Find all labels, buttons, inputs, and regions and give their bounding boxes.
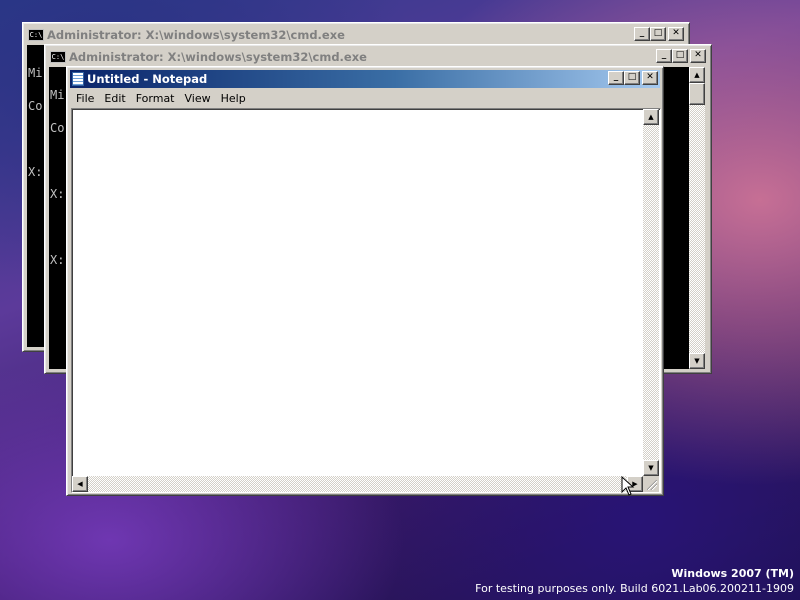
menu-view[interactable]: View (180, 92, 216, 105)
cmd-icon: C:\ (50, 51, 66, 63)
resize-grip[interactable] (643, 476, 659, 492)
notepad-title: Untitled - Notepad (87, 72, 208, 86)
editor-horizontal-scrollbar[interactable]: ◀ ▶ (72, 476, 643, 492)
minimize-button[interactable]: _ (608, 71, 624, 85)
minimize-button[interactable]: _ (656, 49, 672, 63)
console-vertical-scrollbar[interactable]: ▲ ▼ (689, 67, 705, 369)
watermark-title: Windows 2007 (TM) (671, 567, 794, 580)
notepad-titlebar[interactable]: Untitled - Notepad _ □ ✕ (70, 70, 660, 88)
minimize-button[interactable]: _ (634, 27, 650, 41)
close-button[interactable]: ✕ (690, 49, 706, 63)
cmd-window-middle-title: Administrator: X:\windows\system32\cmd.e… (69, 50, 367, 64)
scroll-down-button[interactable]: ▼ (643, 460, 659, 476)
build-watermark: Windows 2007 (TM) For testing purposes o… (475, 566, 794, 596)
menu-bar: File Edit Format View Help (71, 89, 659, 107)
watermark-build: For testing purposes only. Build 6021.La… (475, 582, 794, 595)
cmd-icon: C:\ (28, 29, 44, 41)
cmd-window-middle-titlebar[interactable]: C:\ Administrator: X:\windows\system32\c… (48, 48, 708, 66)
notepad-icon (72, 72, 84, 86)
cmd-window-back-title: Administrator: X:\windows\system32\cmd.e… (47, 28, 345, 42)
scroll-down-button[interactable]: ▼ (689, 353, 705, 369)
scroll-left-button[interactable]: ◀ (72, 476, 88, 492)
menu-help[interactable]: Help (216, 92, 251, 105)
maximize-button[interactable]: □ (650, 27, 666, 41)
scroll-up-button[interactable]: ▲ (643, 109, 659, 125)
maximize-button[interactable]: □ (672, 49, 688, 63)
scroll-thumb[interactable] (689, 83, 705, 105)
close-button[interactable]: ✕ (668, 27, 684, 41)
editor-vertical-scrollbar[interactable]: ▲ ▼ (643, 109, 659, 476)
scroll-up-button[interactable]: ▲ (689, 67, 705, 83)
menu-file[interactable]: File (71, 92, 99, 105)
menu-format[interactable]: Format (131, 92, 180, 105)
mouse-cursor-icon (621, 476, 635, 496)
close-button[interactable]: ✕ (642, 71, 658, 85)
notepad-window[interactable]: Untitled - Notepad _ □ ✕ File Edit Forma… (66, 66, 664, 496)
maximize-button[interactable]: □ (624, 71, 640, 85)
text-editor[interactable] (71, 108, 661, 493)
menu-edit[interactable]: Edit (99, 92, 130, 105)
cmd-window-back-titlebar[interactable]: C:\ Administrator: X:\windows\system32\c… (26, 26, 686, 44)
